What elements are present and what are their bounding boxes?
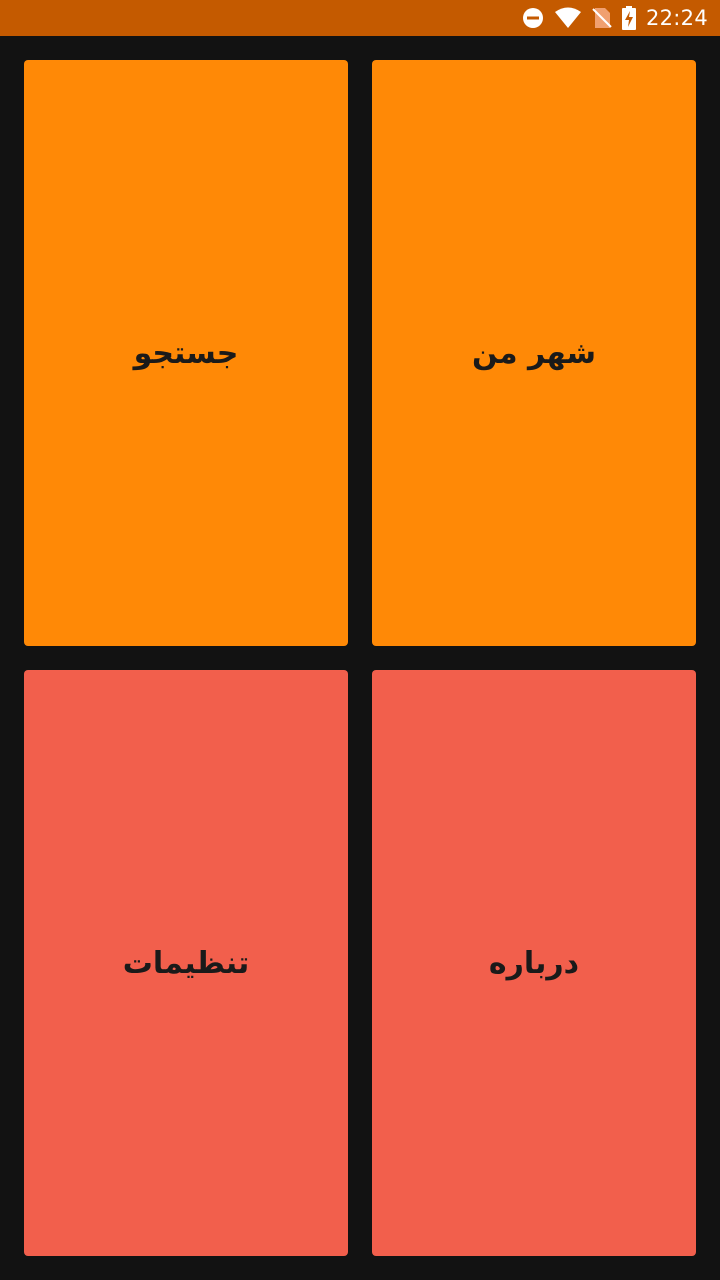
tile-about[interactable]: درباره [372,670,696,1256]
tile-search-label: جستجو [133,335,239,371]
battery-charging-icon [621,6,636,30]
status-time: 22:24 [645,6,708,30]
do-not-disturb-icon [522,7,544,29]
tile-search[interactable]: جستجو [24,60,348,646]
tile-my-city[interactable]: شهر من [372,60,696,646]
status-bar: 22:24 [0,0,720,36]
tile-about-label: درباره [488,945,580,981]
no-sim-icon [592,7,612,29]
tile-settings[interactable]: تنظیمات [24,670,348,1256]
menu-grid: شهر من جستجو درباره تنظیمات [0,36,720,1280]
tile-my-city-label: شهر من [472,335,596,371]
wifi-icon [554,7,582,29]
tile-settings-label: تنظیمات [122,945,250,981]
